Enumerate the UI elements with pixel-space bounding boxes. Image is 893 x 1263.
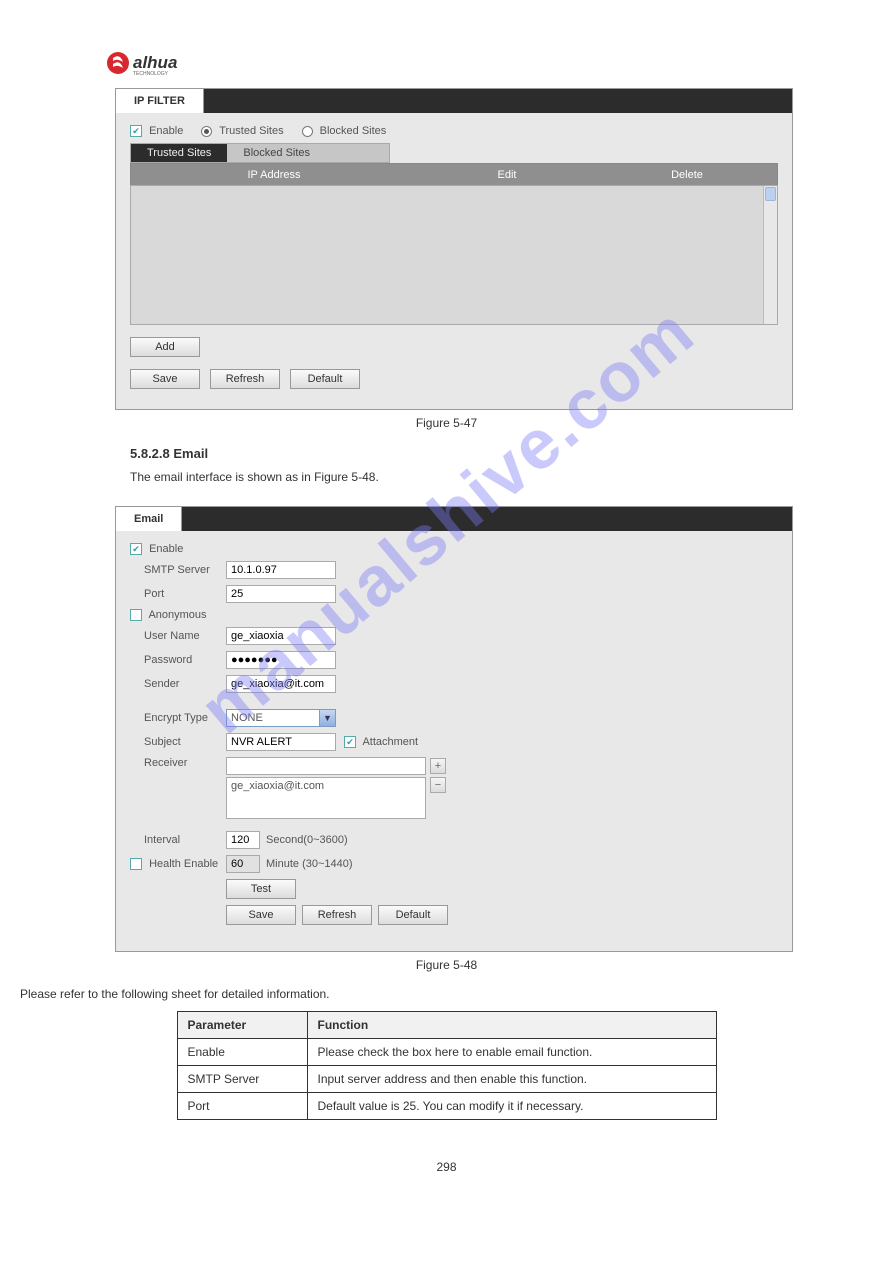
- radio-icon: [201, 126, 212, 137]
- port-input[interactable]: [226, 585, 336, 603]
- params-table: Parameter Function Enable Please check t…: [177, 1011, 717, 1120]
- blocked-label: Blocked Sites: [320, 125, 387, 137]
- params-intro: Please refer to the following sheet for …: [20, 986, 873, 1003]
- enable-label: Enable: [149, 125, 183, 137]
- brand-logo: alhua TECHNOLOGY: [105, 50, 873, 78]
- default-button[interactable]: Default: [290, 369, 360, 389]
- figure-caption-ipfilter: Figure 5-47: [20, 416, 873, 430]
- test-button[interactable]: Test: [226, 879, 296, 899]
- table-row: Port Default value is 25. You can modify…: [177, 1093, 716, 1120]
- tab-email[interactable]: Email: [116, 507, 182, 531]
- health-label: Health Enable: [149, 858, 218, 870]
- add-receiver-button[interactable]: +: [430, 758, 446, 774]
- subtab-blocked[interactable]: Blocked Sites: [227, 144, 326, 162]
- radio-icon: [302, 126, 313, 137]
- refresh-button[interactable]: Refresh: [302, 905, 372, 925]
- receiver-list[interactable]: ge_xiaoxia@it.com: [226, 777, 426, 819]
- interval-input[interactable]: [226, 831, 260, 849]
- enable-checkbox-group[interactable]: Enable: [130, 125, 183, 137]
- sites-table-body: [130, 185, 778, 325]
- add-button[interactable]: Add: [130, 337, 200, 357]
- sender-label: Sender: [144, 678, 226, 690]
- trusted-label: Trusted Sites: [219, 125, 283, 137]
- interval-label: Interval: [144, 834, 226, 846]
- scrollbar-thumb[interactable]: [765, 187, 776, 201]
- svg-text:alhua: alhua: [133, 53, 177, 72]
- attachment-label: Attachment: [362, 736, 418, 748]
- port-label: Port: [144, 588, 226, 600]
- section-heading-email: 5.8.2.8 Email: [130, 445, 773, 463]
- email-panel: Email Enable SMTP Server Port Anonymous …: [115, 506, 793, 952]
- checkbox-icon: [344, 736, 356, 748]
- ip-filter-panel: IP FILTER Enable Trusted Sites Blocked S…: [115, 88, 793, 410]
- checkbox-icon: [130, 125, 142, 137]
- encrypt-select[interactable]: NONE ▼: [226, 709, 336, 727]
- remove-receiver-button[interactable]: −: [430, 777, 446, 793]
- health-checkbox[interactable]: Health Enable: [130, 858, 226, 870]
- sites-subtabs: Trusted Sites Blocked Sites: [130, 143, 390, 163]
- subject-input[interactable]: [226, 733, 336, 751]
- user-label: User Name: [144, 630, 226, 642]
- password-label: Password: [144, 654, 226, 666]
- col-delete: Delete: [597, 169, 777, 181]
- page-number: 298: [20, 1160, 873, 1174]
- tab-ip-filter[interactable]: IP FILTER: [116, 89, 204, 113]
- health-unit: Minute (30~1440): [266, 858, 353, 870]
- table-row: Enable Please check the box here to enab…: [177, 1039, 716, 1066]
- save-button[interactable]: Save: [226, 905, 296, 925]
- password-input[interactable]: [226, 651, 336, 669]
- receiver-input[interactable]: [226, 757, 426, 775]
- checkbox-icon: [130, 609, 142, 621]
- sender-input[interactable]: [226, 675, 336, 693]
- radio-blocked[interactable]: Blocked Sites: [302, 125, 387, 137]
- smtp-input[interactable]: [226, 561, 336, 579]
- save-button[interactable]: Save: [130, 369, 200, 389]
- params-header-function: Function: [307, 1012, 716, 1039]
- checkbox-icon: [130, 858, 142, 870]
- encrypt-label: Encrypt Type: [144, 712, 226, 724]
- encrypt-value: NONE: [231, 712, 263, 724]
- interval-unit: Second(0~3600): [266, 834, 348, 846]
- anonymous-checkbox[interactable]: Anonymous: [130, 609, 207, 621]
- params-header-parameter: Parameter: [177, 1012, 307, 1039]
- figure-caption-email: Figure 5-48: [20, 958, 873, 972]
- table-row: SMTP Server Input server address and the…: [177, 1066, 716, 1093]
- health-input[interactable]: [226, 855, 260, 873]
- refresh-button[interactable]: Refresh: [210, 369, 280, 389]
- email-enable-label: Enable: [149, 543, 183, 555]
- logo-subtext: TECHNOLOGY: [133, 71, 169, 77]
- checkbox-icon: [130, 543, 142, 555]
- subject-label: Subject: [144, 736, 226, 748]
- default-button[interactable]: Default: [378, 905, 448, 925]
- col-edit: Edit: [417, 169, 597, 181]
- radio-trusted[interactable]: Trusted Sites: [201, 125, 283, 137]
- scrollbar[interactable]: [763, 186, 777, 324]
- chevron-down-icon: ▼: [319, 710, 335, 726]
- email-enable-checkbox[interactable]: Enable: [130, 543, 183, 555]
- subtab-trusted[interactable]: Trusted Sites: [131, 144, 227, 162]
- user-input[interactable]: [226, 627, 336, 645]
- section-text-email: The email interface is shown as in Figur…: [130, 469, 773, 486]
- anonymous-label: Anonymous: [148, 609, 206, 621]
- receiver-label: Receiver: [144, 757, 226, 769]
- attachment-checkbox[interactable]: Attachment: [344, 736, 418, 748]
- sites-table-header: IP Address Edit Delete: [130, 163, 778, 185]
- smtp-label: SMTP Server: [144, 564, 226, 576]
- col-ip-address: IP Address: [131, 169, 417, 181]
